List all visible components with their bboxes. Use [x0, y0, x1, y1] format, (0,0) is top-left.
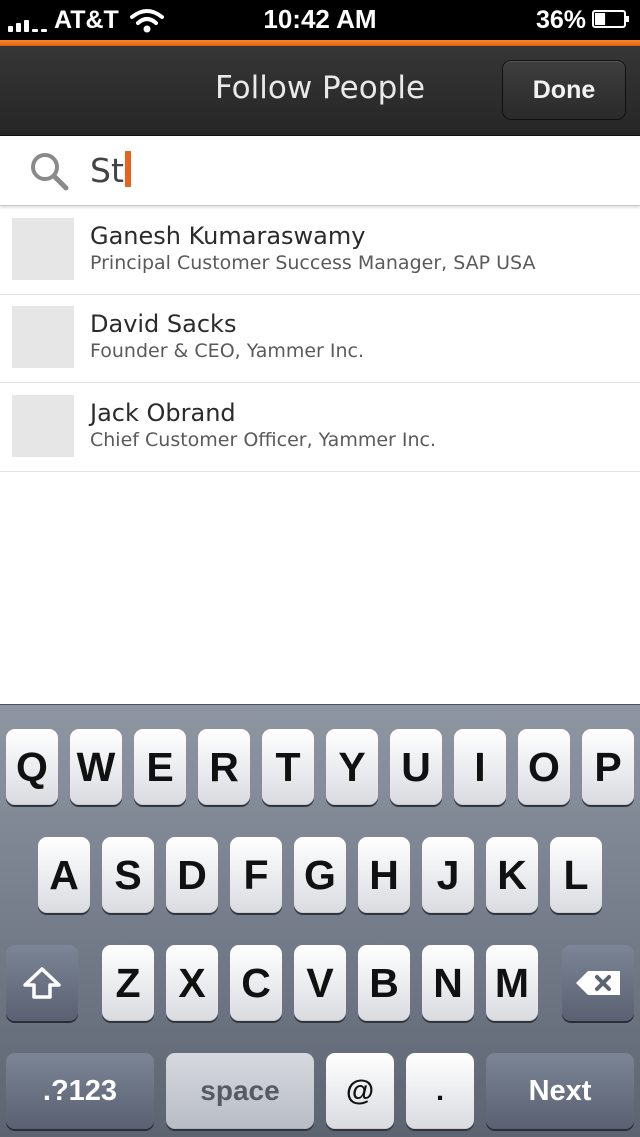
- key-p[interactable]: P: [582, 729, 634, 805]
- avatar: [12, 395, 74, 457]
- key-l[interactable]: L: [550, 837, 602, 913]
- search-bar[interactable]: St: [0, 136, 640, 206]
- person-title: Chief Customer Officer, Yammer Inc.: [90, 429, 437, 451]
- battery-percentage: 36%: [535, 6, 586, 34]
- key-c[interactable]: C: [230, 945, 282, 1021]
- search-query-text: St: [90, 151, 124, 190]
- key-b[interactable]: B: [358, 945, 410, 1021]
- next-key[interactable]: Next: [486, 1053, 634, 1129]
- key-y[interactable]: Y: [326, 729, 378, 805]
- list-item[interactable]: Jack Obrand Chief Customer Officer, Yamm…: [0, 383, 640, 472]
- person-title: Founder & CEO, Yammer Inc.: [90, 340, 365, 362]
- key-f[interactable]: F: [230, 837, 282, 913]
- delete-icon: [576, 971, 620, 995]
- key-v[interactable]: V: [294, 945, 346, 1021]
- search-input[interactable]: St: [90, 150, 131, 192]
- key-m[interactable]: M: [486, 945, 538, 1021]
- key-t[interactable]: T: [262, 729, 314, 805]
- key-q[interactable]: Q: [6, 729, 58, 805]
- key-d[interactable]: D: [166, 837, 218, 913]
- search-icon: [31, 153, 69, 191]
- person-name: Ganesh Kumaraswamy: [90, 222, 366, 250]
- list-item[interactable]: David Sacks Founder & CEO, Yammer Inc.: [0, 294, 640, 383]
- key-x[interactable]: X: [166, 945, 218, 1021]
- key-i[interactable]: I: [454, 729, 506, 805]
- shift-key[interactable]: [6, 945, 78, 1021]
- person-name: David Sacks: [90, 310, 237, 338]
- done-button[interactable]: Done: [502, 60, 626, 120]
- key-a[interactable]: A: [38, 837, 90, 913]
- key-o[interactable]: O: [518, 729, 570, 805]
- key-e[interactable]: E: [134, 729, 186, 805]
- battery-icon: [592, 10, 629, 28]
- at-key[interactable]: @: [326, 1053, 394, 1129]
- key-n[interactable]: N: [422, 945, 474, 1021]
- key-h[interactable]: H: [358, 837, 410, 913]
- shift-icon: [23, 967, 61, 999]
- key-g[interactable]: G: [294, 837, 346, 913]
- key-w[interactable]: W: [70, 729, 122, 805]
- key-z[interactable]: Z: [102, 945, 154, 1021]
- status-bar: AT&T 10:42 AM 36%: [0, 0, 640, 40]
- avatar: [12, 218, 74, 280]
- key-u[interactable]: U: [390, 729, 442, 805]
- keyboard: Q W E R T Y U I O P A S D F G H J K L Z …: [0, 704, 640, 1137]
- space-key[interactable]: space: [166, 1053, 314, 1129]
- person-name: Jack Obrand: [90, 399, 236, 427]
- key-j[interactable]: J: [422, 837, 474, 913]
- dot-key[interactable]: .: [406, 1053, 474, 1129]
- navigation-bar: Follow People Done: [0, 46, 640, 136]
- key-s[interactable]: S: [102, 837, 154, 913]
- key-r[interactable]: R: [198, 729, 250, 805]
- text-cursor: [124, 151, 131, 187]
- list-item[interactable]: Ganesh Kumaraswamy Principal Customer Su…: [0, 206, 640, 295]
- delete-key[interactable]: [562, 945, 634, 1021]
- person-title: Principal Customer Success Manager, SAP …: [90, 252, 536, 274]
- key-k[interactable]: K: [486, 837, 538, 913]
- numbers-key[interactable]: .?123: [6, 1053, 154, 1129]
- avatar: [12, 306, 74, 368]
